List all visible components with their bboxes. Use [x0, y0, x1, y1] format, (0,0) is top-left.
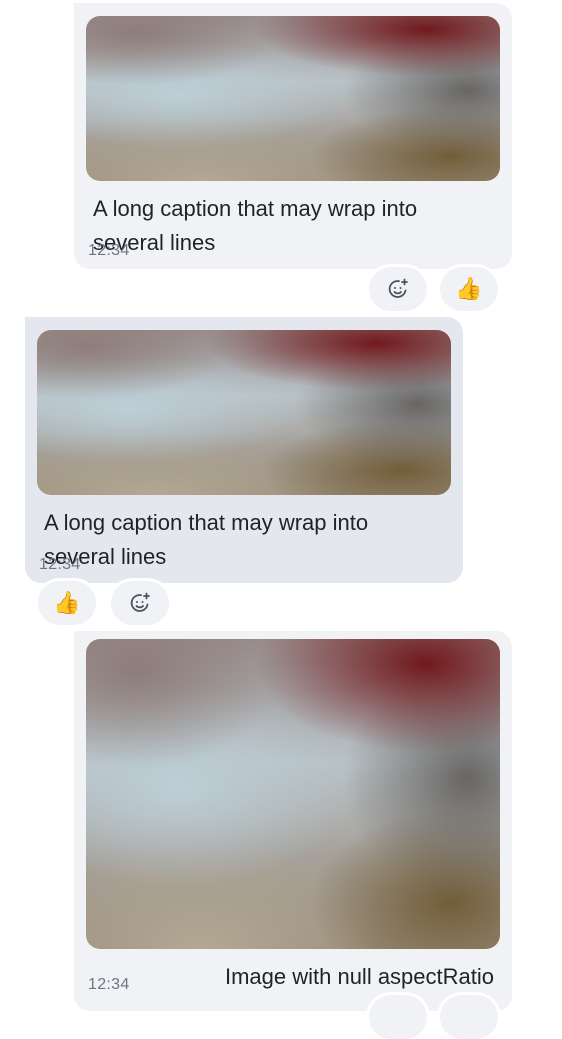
reaction-thumbs-up[interactable]: 👍 [440, 267, 498, 311]
message-image[interactable] [37, 330, 451, 495]
reaction-chip[interactable] [440, 995, 498, 1039]
message-bubble-incoming[interactable]: A long caption that may wrap into severa… [25, 317, 463, 583]
add-reaction-icon [128, 591, 152, 615]
thumbs-up-icon: 👍 [455, 276, 483, 302]
add-reaction-icon [386, 277, 410, 301]
add-reaction-button[interactable] [369, 267, 427, 311]
message-timestamp: 12:34 [39, 556, 81, 573]
message-caption: A long caption that may wrap into severa… [93, 196, 418, 255]
message-bubble-outgoing[interactable]: 12:34 Image with null aspectRatio [74, 631, 512, 1011]
message-caption: A long caption that may wrap into severa… [44, 510, 369, 569]
message-caption: Image with null aspectRatio [224, 964, 494, 989]
thumbs-up-icon: 👍 [53, 590, 81, 616]
message-image[interactable] [86, 16, 500, 181]
message-timestamp: 12:34 [88, 242, 130, 259]
reaction-thumbs-up[interactable]: 👍 [38, 581, 96, 625]
add-reaction-button[interactable] [111, 581, 169, 625]
message-timestamp: 12:34 [88, 976, 130, 993]
reaction-chip[interactable] [369, 995, 427, 1039]
message-image[interactable] [86, 639, 500, 949]
message-bubble-outgoing[interactable]: A long caption that may wrap into severa… [74, 3, 512, 269]
